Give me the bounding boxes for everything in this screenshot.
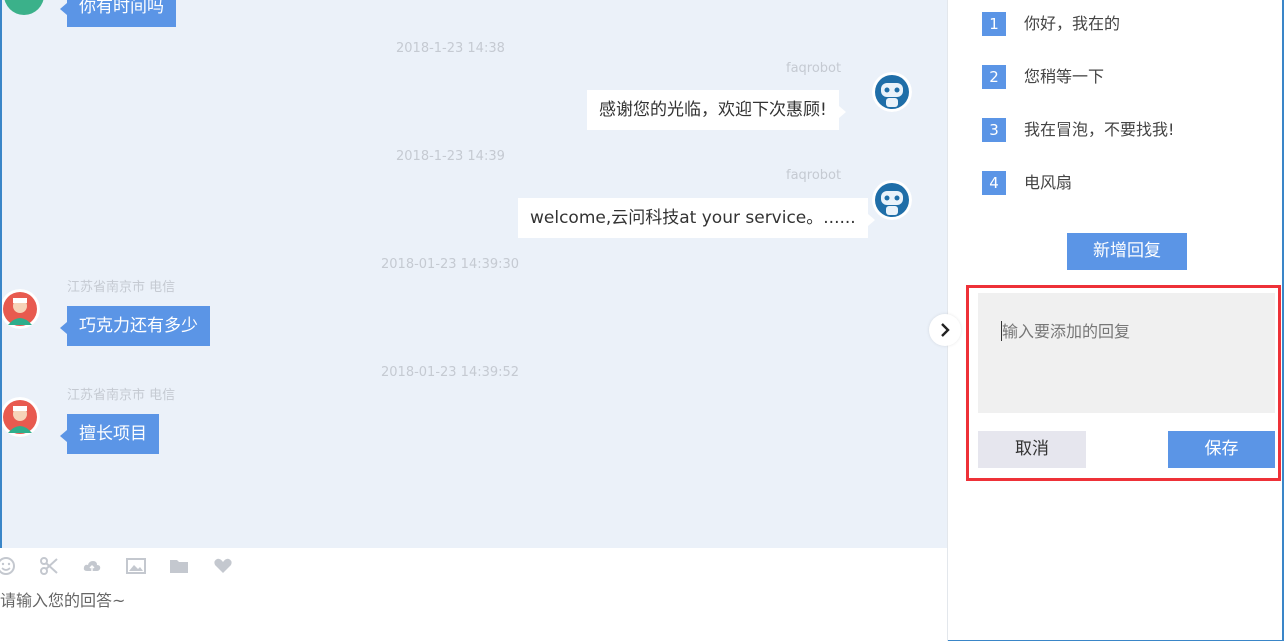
answer-input[interactable]: 请输入您的回答~ xyxy=(0,587,125,611)
robot-avatar xyxy=(872,180,912,220)
text-cursor xyxy=(1001,321,1002,341)
heart-icon[interactable] xyxy=(213,556,233,576)
robot-avatar xyxy=(872,72,912,112)
message-bubble: 擅长项目 xyxy=(60,414,159,454)
customer-avatar xyxy=(2,397,40,437)
message-sender: 江苏省南京市 电信 xyxy=(67,280,176,295)
message-bubble: 巧克力还有多少 xyxy=(60,306,210,346)
reply-number: 1 xyxy=(982,12,1006,36)
message-bubble: 你有时间吗 xyxy=(60,0,176,27)
folder-icon[interactable] xyxy=(169,556,189,576)
save-button[interactable]: 保存 xyxy=(1168,431,1275,468)
reply-text: 电风扇 xyxy=(1024,173,1073,192)
chevron-right-icon xyxy=(941,323,950,337)
message-timestamp: 2018-1-23 14:39 xyxy=(396,149,505,164)
reply-number: 3 xyxy=(982,118,1006,142)
reply-text: 您稍等一下 xyxy=(1024,67,1105,86)
message-timestamp: 2018-01-23 14:39:52 xyxy=(381,365,520,380)
reply-number: 4 xyxy=(982,171,1006,195)
message-sender: 江苏省南京市 电信 xyxy=(67,388,176,403)
customer-avatar xyxy=(2,289,40,329)
customer-avatar xyxy=(4,0,44,15)
message-timestamp: 2018-1-23 14:38 xyxy=(396,41,505,56)
message-timestamp: 2018-01-23 14:39:30 xyxy=(381,257,520,272)
emoji-icon[interactable] xyxy=(0,556,16,576)
message-sender: faqrobot xyxy=(786,168,842,183)
add-reply-button[interactable]: 新增回复 xyxy=(1067,233,1187,270)
cloud-upload-icon[interactable] xyxy=(82,556,102,576)
new-reply-input[interactable] xyxy=(978,293,1275,413)
reply-number: 2 xyxy=(982,65,1006,89)
image-icon[interactable] xyxy=(126,556,146,576)
collapse-toggle[interactable] xyxy=(929,314,961,346)
reply-text: 你好，我在的 xyxy=(1024,14,1121,33)
chat-history[interactable]: 你有时间吗 2018-1-23 14:38 faqrobot 感谢您的光临，欢迎… xyxy=(2,0,947,548)
message-bubble: 感谢您的光临，欢迎下次惠顾! xyxy=(587,90,846,130)
cancel-button[interactable]: 取消 xyxy=(978,431,1086,468)
reply-text: 我在冒泡，不要找我! xyxy=(1024,120,1175,139)
scissors-icon[interactable] xyxy=(39,556,59,576)
message-bubble: welcome,云问科技at your service。...... xyxy=(518,198,875,238)
message-sender: faqrobot xyxy=(786,61,842,76)
